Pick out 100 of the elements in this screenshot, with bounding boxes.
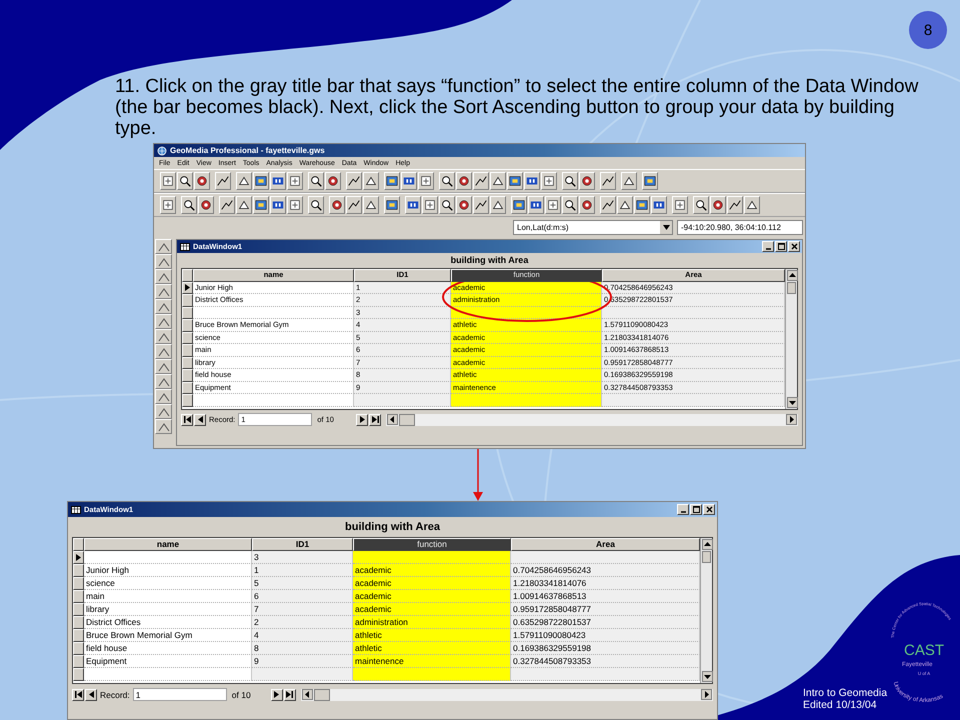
toolbar-button[interactable] xyxy=(634,196,650,214)
toolbar-button[interactable] xyxy=(346,172,362,190)
toolbar-button[interactable] xyxy=(562,172,578,190)
close-button[interactable] xyxy=(788,241,800,252)
coordinate-system-dropdown[interactable]: Lon,Lat(d:m:s) xyxy=(513,220,673,234)
row-selector[interactable] xyxy=(182,306,193,319)
toolbar-button[interactable] xyxy=(253,196,269,214)
vertical-scrollbar[interactable] xyxy=(700,538,712,683)
last-record-button[interactable] xyxy=(284,688,296,700)
scroll-thumb[interactable] xyxy=(702,551,711,563)
toolbar-button[interactable] xyxy=(155,314,172,329)
toolbar-button[interactable] xyxy=(155,389,172,404)
row-selector[interactable] xyxy=(182,356,193,369)
toolbar-button[interactable] xyxy=(155,239,172,254)
row-selector[interactable] xyxy=(73,564,84,577)
toolbar-button[interactable] xyxy=(507,172,523,190)
toolbar-button[interactable] xyxy=(160,172,176,190)
toolbar-button[interactable] xyxy=(155,404,172,419)
last-record-button[interactable] xyxy=(369,414,382,426)
toolbar-button[interactable] xyxy=(219,196,235,214)
toolbar-button[interactable] xyxy=(325,172,341,190)
next-record-button[interactable] xyxy=(270,688,283,700)
horizontal-scrollbar[interactable] xyxy=(300,688,713,700)
toolbar-button[interactable] xyxy=(177,172,193,190)
toolbar-button[interactable] xyxy=(215,172,231,190)
toolbar-button[interactable] xyxy=(155,359,172,374)
toolbar-button[interactable] xyxy=(287,172,303,190)
toolbar-button[interactable] xyxy=(439,172,455,190)
row-selector[interactable] xyxy=(182,332,193,344)
toolbar-button[interactable] xyxy=(160,196,176,214)
row-selector[interactable] xyxy=(73,551,84,564)
vertical-scrollbar[interactable] xyxy=(785,269,797,409)
toolbar-button[interactable] xyxy=(194,172,210,190)
toolbar-button[interactable] xyxy=(744,196,760,214)
column-header[interactable]: ID1 xyxy=(252,538,353,551)
row-selector[interactable] xyxy=(73,603,84,616)
toolbar-button[interactable] xyxy=(528,196,544,214)
toolbar-button[interactable] xyxy=(473,172,489,190)
toolbar-button[interactable] xyxy=(198,196,214,214)
next-record-button[interactable] xyxy=(356,414,368,426)
toolbar-button[interactable] xyxy=(693,196,709,214)
toolbar-button[interactable] xyxy=(579,196,595,214)
toolbar-button[interactable] xyxy=(562,196,578,214)
toolbar-button[interactable] xyxy=(600,172,616,190)
toolbar-button[interactable] xyxy=(155,284,172,299)
toolbar-button[interactable] xyxy=(155,374,172,389)
toolbar-button[interactable] xyxy=(253,172,269,190)
row-selector[interactable] xyxy=(182,394,193,406)
column-header[interactable]: name xyxy=(84,538,252,551)
first-record-button[interactable] xyxy=(181,414,193,426)
toolbar-button[interactable] xyxy=(270,172,286,190)
toolbar-button[interactable] xyxy=(490,196,506,214)
toolbar-button[interactable] xyxy=(308,172,324,190)
toolbar-button[interactable] xyxy=(236,196,252,214)
toolbar-button[interactable] xyxy=(579,172,595,190)
scroll-thumb[interactable] xyxy=(399,414,416,426)
toolbar-button[interactable] xyxy=(401,172,417,190)
toolbar-button[interactable] xyxy=(329,196,345,214)
row-selector[interactable] xyxy=(182,369,193,382)
coordinate-field[interactable]: -94:10:20.980, 36:04:10.112 xyxy=(677,220,803,234)
toolbar-button[interactable] xyxy=(456,172,472,190)
horizontal-scrollbar[interactable] xyxy=(386,414,798,426)
toolbar-button[interactable] xyxy=(439,196,455,214)
toolbar-button[interactable] xyxy=(545,196,561,214)
minimize-button[interactable] xyxy=(762,241,774,252)
row-selector[interactable] xyxy=(182,382,193,394)
toolbar-button[interactable] xyxy=(363,196,379,214)
toolbar-button[interactable] xyxy=(490,172,506,190)
column-header[interactable]: function xyxy=(353,538,511,551)
toolbar-button[interactable] xyxy=(155,254,172,269)
row-selector[interactable] xyxy=(73,668,84,681)
toolbar-button[interactable] xyxy=(541,172,557,190)
toolbar-button[interactable] xyxy=(308,196,324,214)
toolbar-button[interactable] xyxy=(456,196,472,214)
maximize-button[interactable] xyxy=(775,241,787,252)
scroll-thumb[interactable] xyxy=(314,688,330,700)
toolbar-button[interactable] xyxy=(155,344,172,359)
previous-record-button[interactable] xyxy=(194,414,206,426)
toolbar-button[interactable] xyxy=(617,196,633,214)
maximize-button[interactable] xyxy=(690,504,702,515)
row-selector[interactable] xyxy=(73,577,84,590)
toolbar-button[interactable] xyxy=(642,172,658,190)
toolbar-button[interactable] xyxy=(727,196,743,214)
toolbar-button[interactable] xyxy=(422,196,438,214)
row-selector[interactable] xyxy=(182,282,193,294)
toolbar-button[interactable] xyxy=(181,196,197,214)
toolbar-button[interactable] xyxy=(287,196,303,214)
toolbar-button[interactable] xyxy=(651,196,667,214)
toolbar-button[interactable] xyxy=(710,196,726,214)
toolbar-button[interactable] xyxy=(236,172,252,190)
minimize-button[interactable] xyxy=(677,504,689,515)
toolbar-button[interactable] xyxy=(363,172,379,190)
previous-record-button[interactable] xyxy=(85,688,97,700)
toolbar-button[interactable] xyxy=(672,196,688,214)
toolbar-button[interactable] xyxy=(600,196,616,214)
first-record-button[interactable] xyxy=(72,688,84,700)
toolbar-button[interactable] xyxy=(155,419,172,434)
close-button[interactable] xyxy=(703,504,715,515)
row-selector[interactable] xyxy=(73,642,84,655)
row-selector[interactable] xyxy=(182,294,193,306)
